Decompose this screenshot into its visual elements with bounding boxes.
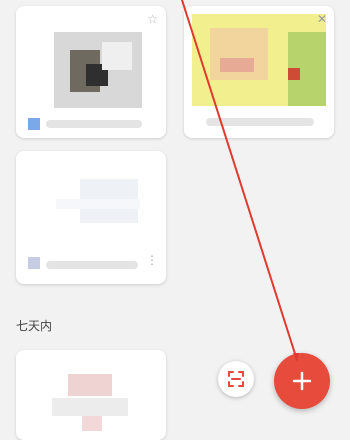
file-name-placeholder (46, 120, 142, 128)
file-thumbnail (16, 6, 166, 114)
section-label: 七天内 (16, 319, 53, 333)
file-thumbnail (192, 14, 326, 106)
file-card-4[interactable] (16, 350, 166, 440)
add-icon (292, 371, 312, 391)
scan-button[interactable] (218, 361, 254, 397)
scan-document-icon (228, 371, 244, 387)
more-vertical-icon[interactable]: ⋮ (146, 254, 158, 266)
file-thumbnail (16, 350, 166, 431)
close-icon[interactable]: ✕ (317, 12, 327, 26)
file-name-placeholder (206, 118, 314, 126)
file-card-3[interactable]: ⋮ (16, 151, 166, 284)
file-type-badge (28, 118, 40, 130)
file-card-2[interactable]: ✕ (184, 6, 334, 138)
file-name-placeholder (46, 261, 138, 269)
file-thumbnail (16, 151, 166, 251)
star-icon[interactable]: ☆ (147, 12, 158, 26)
file-type-badge (28, 257, 40, 269)
add-button[interactable] (274, 353, 330, 409)
file-card-1[interactable]: ☆ (16, 6, 166, 138)
